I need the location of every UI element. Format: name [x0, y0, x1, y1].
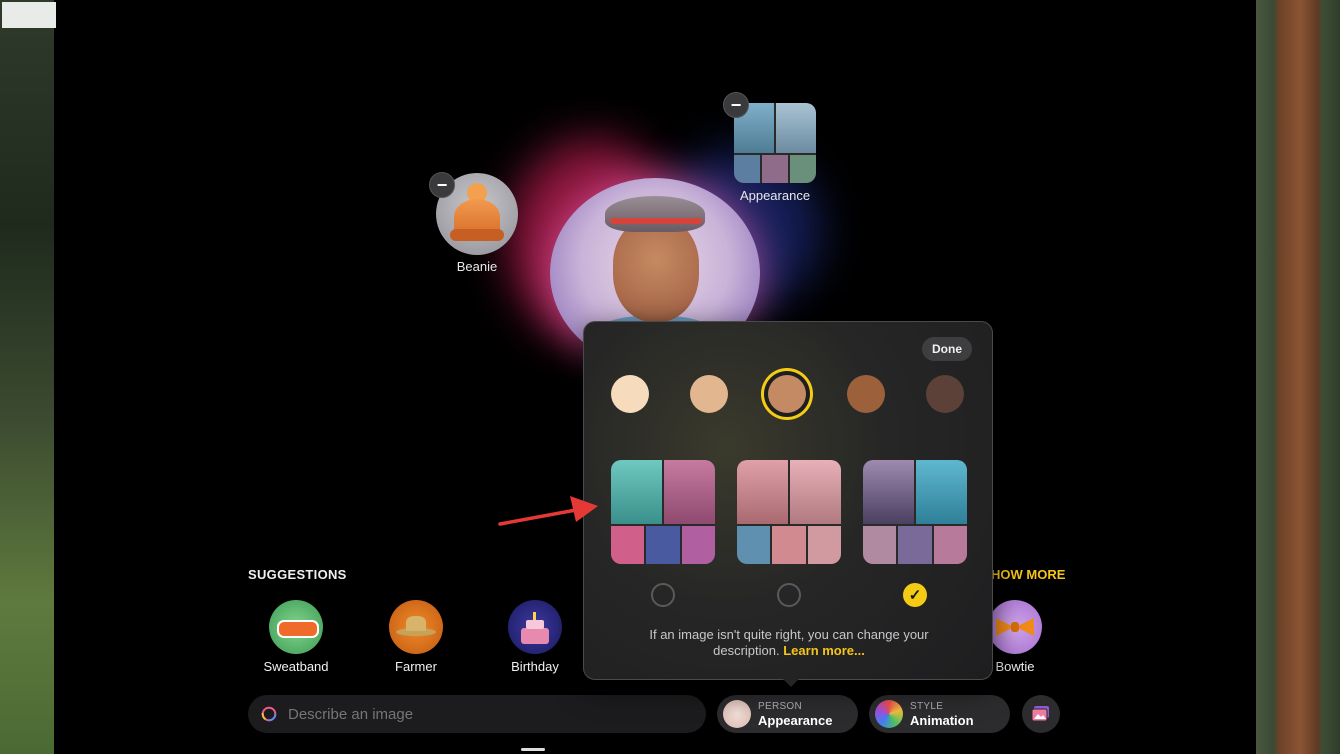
suggestion-label: Farmer [395, 659, 437, 674]
style-animation-button[interactable]: STYLE Animation [869, 695, 1010, 733]
thumb-face [790, 155, 816, 183]
background-forest-left [0, 0, 58, 754]
person-appearance-button[interactable]: PERSON Appearance [717, 695, 858, 733]
suggestions-title: SUGGESTIONS [248, 567, 347, 582]
remove-appearance-button[interactable]: − [723, 92, 749, 118]
photo-library-button[interactable] [1022, 695, 1060, 733]
option-face [681, 526, 715, 564]
photo-icon [1031, 706, 1049, 722]
beanie-label: Beanie [456, 259, 498, 274]
appearance-option-2[interactable] [737, 460, 841, 564]
popover-arrow [782, 678, 800, 687]
appearance-radio-1[interactable] [651, 583, 675, 607]
option-face [772, 526, 806, 564]
appearance-popover: Done ✓ If an image isn't quite right, yo… [583, 321, 993, 680]
appearance-radio-2[interactable] [777, 583, 801, 607]
skin-tone-swatch-selected[interactable] [768, 375, 806, 413]
suggestion-farmer[interactable]: Farmer [376, 600, 456, 674]
sweatband-icon [269, 600, 323, 654]
show-more-link[interactable]: HOW MORE [991, 567, 1065, 582]
option-face [611, 526, 645, 564]
portrait-cap [605, 196, 705, 232]
person-pill-value: Appearance [758, 713, 833, 728]
annotation-arrow-icon [498, 496, 598, 526]
done-button[interactable]: Done [922, 337, 972, 361]
option-face [737, 526, 771, 564]
option-face [933, 526, 967, 564]
thumb-face [762, 155, 788, 183]
option-face [807, 526, 841, 564]
background-forest-right [1252, 0, 1340, 754]
suggestion-label: Sweatband [263, 659, 329, 674]
skin-tone-swatch[interactable] [690, 375, 728, 413]
checkmark-icon: ✓ [908, 587, 922, 604]
skin-tone-swatch[interactable] [611, 375, 649, 413]
remove-beanie-button[interactable]: − [429, 172, 455, 198]
appearance-radio-3-checked[interactable]: ✓ [903, 583, 927, 607]
describe-image-input[interactable] [286, 704, 690, 724]
option-face [790, 460, 841, 524]
describe-image-field[interactable] [248, 695, 706, 733]
option-face [664, 460, 715, 524]
popover-help-text: If an image isn't quite right, you can c… [624, 627, 954, 659]
option-face [646, 526, 680, 564]
beanie-brim-shape [450, 229, 504, 241]
portrait-cap-band [610, 218, 702, 224]
style-pill-value: Animation [910, 713, 974, 728]
option-face [898, 526, 932, 564]
bowtie-icon [988, 600, 1042, 654]
option-face [611, 460, 662, 524]
birthday-cake-icon [508, 600, 562, 654]
option-face [863, 526, 897, 564]
portrait-face [613, 218, 699, 322]
appearance-option-3[interactable] [863, 460, 967, 564]
suggestion-label: Birthday [511, 659, 559, 674]
suggestion-birthday[interactable]: Birthday [495, 600, 575, 674]
person-avatar-icon [723, 700, 751, 728]
option-face [737, 460, 788, 524]
straw-hat-icon [389, 600, 443, 654]
style-wheel-icon [875, 700, 903, 728]
appearance-label: Appearance [739, 188, 811, 203]
appearance-option-1[interactable] [611, 460, 715, 564]
skin-tone-swatch[interactable] [847, 375, 885, 413]
window-corner-mark [2, 2, 56, 28]
image-playground-icon [261, 706, 277, 722]
thumb-face [776, 103, 816, 153]
option-face [863, 460, 914, 524]
appearance-thumbnail[interactable] [734, 103, 816, 183]
thumb-face [734, 155, 760, 183]
option-face [916, 460, 967, 524]
learn-more-link[interactable]: Learn more... [783, 643, 865, 658]
person-pill-caption: PERSON [758, 701, 803, 712]
home-indicator [521, 748, 545, 751]
style-pill-caption: STYLE [910, 701, 944, 712]
skin-tone-swatch[interactable] [926, 375, 964, 413]
suggestion-sweatband[interactable]: Sweatband [256, 600, 336, 674]
